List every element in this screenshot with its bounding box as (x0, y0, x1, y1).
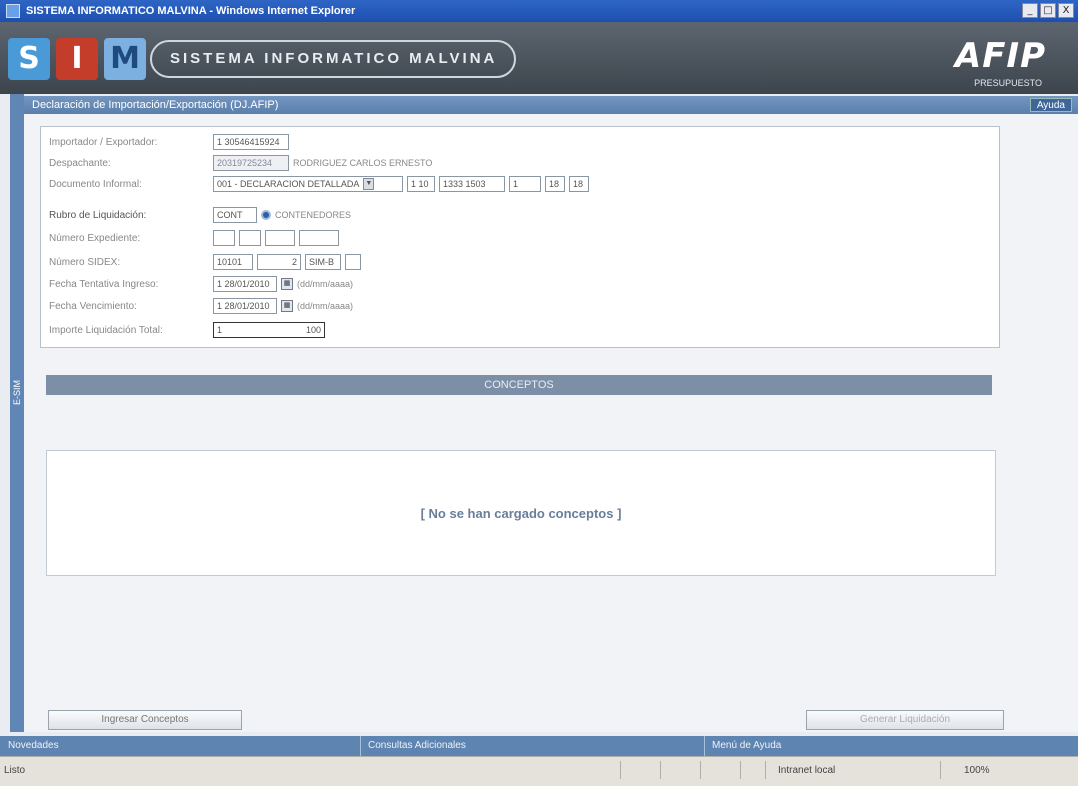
maximize-button[interactable]: □ (1040, 3, 1056, 18)
status-bar: Listo Intranet local 100% (0, 756, 1078, 786)
afip-subtitle: PRESUPUESTO (974, 78, 1042, 88)
fields-expediente (213, 230, 339, 246)
section-header: Declaración de Importación/Exportación (… (24, 96, 1078, 114)
system-name: SISTEMA INFORMATICO MALVINA (150, 40, 516, 78)
fecha-ingreso-input[interactable]: 1 28/01/2010 (213, 276, 277, 292)
despachante-input: 20319725234 (213, 155, 289, 171)
footer-ayuda[interactable]: Menú de Ayuda (712, 740, 781, 751)
conceptos-area: [ No se han cargado conceptos ] (46, 450, 996, 576)
status-divider (700, 761, 701, 779)
help-button[interactable]: Ayuda (1029, 98, 1072, 112)
status-divider (620, 761, 621, 779)
window-titlebar: SISTEMA INFORMATICO MALVINA - Windows In… (0, 0, 1078, 22)
expediente-field-4[interactable] (299, 230, 339, 246)
label-despachante: Despachante: (49, 157, 111, 169)
importe-input[interactable]: 1 100 (213, 322, 325, 338)
label-rubro: Rubro de Liquidación: (49, 209, 147, 221)
status-text: Listo (4, 765, 26, 776)
sidex-field-3[interactable]: SIM-B (305, 254, 341, 270)
window-title: SISTEMA INFORMATICO MALVINA - Windows In… (26, 5, 356, 17)
label-importador: Importador / Exportador: (49, 136, 158, 148)
generar-liquidacion-button[interactable]: Generar Liquidación (806, 710, 1004, 730)
label-documento: Documento Informal: (49, 178, 142, 190)
label-importe: Importe Liquidación Total: (49, 324, 163, 336)
fields-importe: 1 100 (213, 322, 325, 338)
fields-sidex: 10101 2 SIM-B (213, 254, 361, 270)
fecha-vencimiento-input[interactable]: 1 28/01/2010 (213, 298, 277, 314)
logo-i: I (56, 38, 98, 80)
doc-field-3[interactable]: 1 (509, 176, 541, 192)
documento-select[interactable]: 001 - DECLARACION DETALLADA ▼ (213, 176, 403, 192)
importador-input[interactable]: 1 30546415924 (213, 134, 289, 150)
fields-fecha-ingreso: 1 28/01/2010 ▦ (dd/mm/aaaa) (213, 276, 353, 292)
window-controls: _ □ X (1022, 3, 1074, 18)
doc-field-2[interactable]: 1333 1503 (439, 176, 505, 192)
calendar-icon[interactable]: ▦ (281, 300, 293, 312)
logo-m: M (104, 38, 146, 80)
sidex-field-4[interactable] (345, 254, 361, 270)
fields-fecha-vencimiento: 1 28/01/2010 ▦ (dd/mm/aaaa) (213, 298, 353, 314)
footer-nav: Novedades Consultas Adicionales Menú de … (0, 736, 1078, 756)
expediente-field-2[interactable] (239, 230, 261, 246)
label-fecha-ingreso: Fecha Tentativa Ingreso: (49, 278, 159, 290)
ie-icon (6, 4, 20, 18)
doc-field-1[interactable]: 1 10 (407, 176, 435, 192)
footer-divider (360, 736, 361, 756)
ingresar-conceptos-button[interactable]: Ingresar Conceptos (48, 710, 242, 730)
calendar-icon[interactable]: ▦ (281, 278, 293, 290)
zoom-level[interactable]: 100% (964, 765, 990, 776)
status-divider (740, 761, 741, 779)
fecha-vencimiento-format: (dd/mm/aaaa) (297, 301, 354, 311)
empty-message: [ No se han cargado conceptos ] (420, 505, 622, 521)
footer-divider (704, 736, 705, 756)
left-rail (10, 94, 24, 732)
sidex-field-1[interactable]: 10101 (213, 254, 253, 270)
fields-importador: 1 30546415924 (213, 134, 289, 150)
rubro-radio[interactable] (261, 210, 271, 220)
footer-consultas[interactable]: Consultas Adicionales (368, 740, 466, 751)
doc-field-4[interactable]: 18 (545, 176, 565, 192)
documento-select-value: 001 - DECLARACION DETALLADA (217, 179, 360, 189)
chevron-down-icon[interactable]: ▼ (363, 178, 375, 190)
status-divider (660, 761, 661, 779)
logo-s: S (8, 38, 50, 80)
despachante-name: RODRIGUEZ CARLOS ERNESTO (293, 158, 433, 168)
fields-rubro: CONT CONTENEDORES (213, 207, 351, 223)
sidex-field-2[interactable]: 2 (257, 254, 301, 270)
fecha-ingreso-format: (dd/mm/aaaa) (297, 279, 354, 289)
importe-amount: 100 (305, 325, 321, 335)
rail-label: E-SIM (12, 380, 22, 406)
label-fecha-vencimiento: Fecha Vencimiento: (49, 300, 137, 312)
status-divider (940, 761, 941, 779)
minimize-button[interactable]: _ (1022, 3, 1038, 18)
status-divider (765, 761, 766, 779)
close-button[interactable]: X (1058, 3, 1074, 18)
expediente-field-3[interactable] (265, 230, 295, 246)
section-title: Declaración de Importación/Exportación (… (32, 99, 279, 111)
fields-despachante: 20319725234 RODRIGUEZ CARLOS ERNESTO (213, 155, 432, 171)
expediente-field-1[interactable] (213, 230, 235, 246)
label-sidex: Número SIDEX: (49, 256, 121, 268)
conceptos-header: CONCEPTOS (46, 375, 992, 395)
fields-documento: 001 - DECLARACION DETALLADA ▼ 1 10 1333 … (213, 176, 589, 192)
form-panel: Importador / Exportador: 1 30546415924 D… (40, 126, 1000, 348)
rubro-desc: CONTENEDORES (275, 210, 352, 220)
footer-novedades[interactable]: Novedades (8, 740, 59, 751)
doc-field-5[interactable]: 18 (569, 176, 589, 192)
importe-prefix: 1 (217, 325, 223, 335)
security-zone: Intranet local (778, 765, 836, 776)
rubro-input[interactable]: CONT (213, 207, 257, 223)
app-banner: S I M SISTEMA INFORMATICO MALVINA AFIP P… (0, 22, 1078, 94)
label-expediente: Número Expediente: (49, 232, 141, 244)
afip-logo: AFIP (954, 36, 1046, 76)
